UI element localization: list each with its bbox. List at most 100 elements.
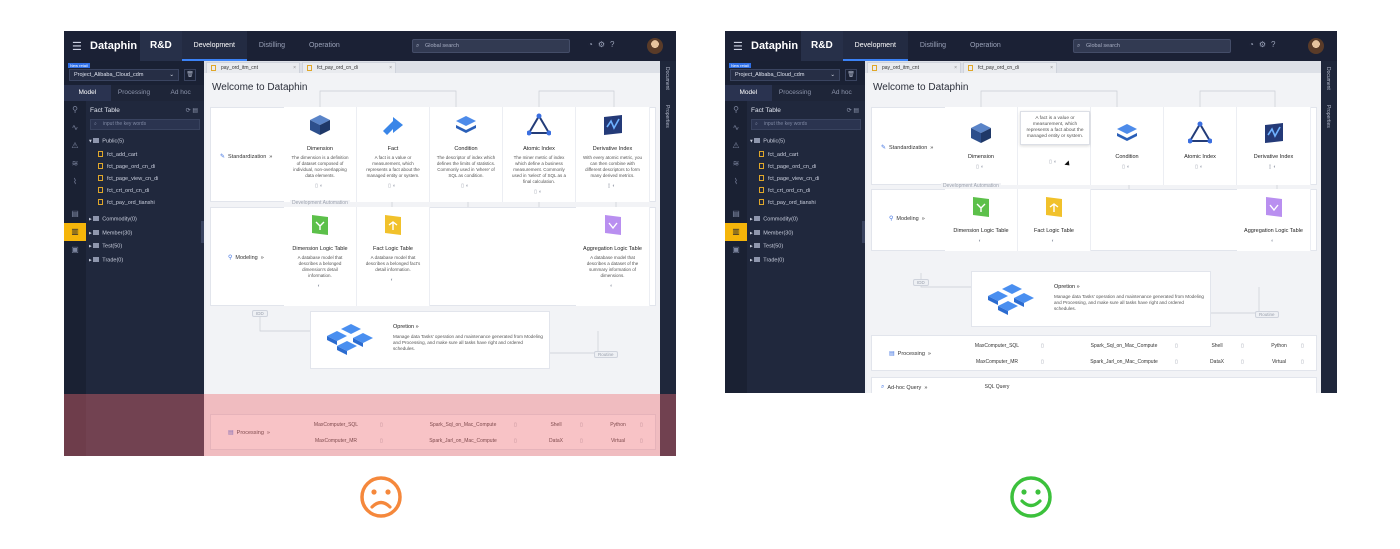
doc-icon[interactable]: ▯ xyxy=(1041,343,1044,349)
tab-model[interactable]: Model xyxy=(725,85,772,101)
card-fact[interactable]: A fact is a value or measurement, which … xyxy=(1018,107,1091,185)
card-action-icons[interactable]: ▯◐ xyxy=(1091,164,1163,170)
modeling-link[interactable]: ⚲ Modeling» xyxy=(889,215,925,223)
standardization-link[interactable]: ✎ Standardization» xyxy=(881,144,933,152)
operation-card[interactable]: Opretion » Manage data Tasks' operation … xyxy=(971,271,1211,327)
fact-table-icon[interactable]: ▥ xyxy=(64,223,86,241)
file-tab[interactable]: fct_pay_ord_cn_di × xyxy=(963,62,1057,73)
tree-search-input[interactable]: ⌕ input the key words xyxy=(751,119,861,130)
project-select[interactable]: Project_Alibaba_Cloud_cdm ⌄ xyxy=(730,69,840,81)
model-icon[interactable]: ⚲ xyxy=(725,101,747,119)
delete-icon[interactable]: 🗑 xyxy=(845,69,857,81)
card-fact-logic-table[interactable]: Fact Logic Table ◐ xyxy=(1018,189,1091,251)
tree-node-member[interactable]: ▸ Member(30) xyxy=(89,230,132,237)
index-icon[interactable]: ⚠ xyxy=(725,137,747,155)
card-condition[interactable]: Condition The descriptor of index which … xyxy=(430,107,503,202)
env-label[interactable]: R&D xyxy=(801,31,843,61)
env-label[interactable]: R&D xyxy=(140,31,182,61)
table-icon[interactable]: ▤ xyxy=(64,205,86,223)
doc-icon[interactable]: ▯ xyxy=(1301,359,1304,365)
tab-development[interactable]: Development xyxy=(842,31,908,61)
model-icon[interactable]: ⚲ xyxy=(64,101,86,119)
tab-adhoc[interactable]: Ad hoc xyxy=(818,85,865,101)
card-action-icons[interactable]: ◐ xyxy=(1018,238,1090,244)
fact-table-icon[interactable]: ▥ xyxy=(725,223,747,241)
card-aggregation-logic-table[interactable]: Aggregation Logic Table A database model… xyxy=(576,207,650,306)
file-tab[interactable]: pay_ord_itm_cnt × xyxy=(867,62,961,73)
card-action-icons[interactable]: ◐ xyxy=(284,283,356,289)
tree-node-commodity[interactable]: ▸ Commodity(0) xyxy=(89,216,137,223)
file-tab[interactable]: fct_pay_ord_cn_di × xyxy=(302,62,396,73)
card-dimension[interactable]: Dimension The dimension is a definition … xyxy=(284,107,357,202)
tab-operation[interactable]: Operation xyxy=(958,31,1013,61)
tree-file[interactable]: fct_add_cart xyxy=(759,151,798,158)
tree-file[interactable]: fct_crt_ord_cn_di xyxy=(98,187,149,194)
processing-cell[interactable]: MaxComputer_MR xyxy=(971,359,1023,365)
tree-actions-icon[interactable]: ⟳ ▤ xyxy=(186,107,198,114)
properties-panel-tab[interactable]: Properties xyxy=(664,105,670,128)
card-action-icons[interactable]: ▯◐ xyxy=(1164,164,1236,170)
card-atomic-index[interactable]: Atomic Index ▯◐ xyxy=(1164,107,1237,185)
card-fact[interactable]: Fact A fact is a value or measurement, w… xyxy=(357,107,430,202)
tree-node-test[interactable]: ▸ Test(50) xyxy=(750,243,783,250)
card-dimension-logic-table[interactable]: Dimension Logic Table ◐ xyxy=(945,189,1018,251)
card-fact-logic-table[interactable]: Fact Logic Table A database model that d… xyxy=(357,207,430,306)
tree-file[interactable]: fct_page_ord_cn_di xyxy=(759,163,816,170)
tab-adhoc[interactable]: Ad hoc xyxy=(157,85,204,101)
tree-search-input[interactable]: ⌕ input the key words xyxy=(90,119,200,130)
card-action-icons[interactable]: ▯◐ xyxy=(284,183,356,189)
processing-cell[interactable]: DataX xyxy=(1207,359,1227,365)
card-action-icons[interactable]: ▯◐ xyxy=(576,183,649,189)
tree-node-member[interactable]: ▸ Member(30) xyxy=(750,230,793,237)
tree-node-trade[interactable]: ▸ Trade(0) xyxy=(750,257,784,264)
menu-icon[interactable]: ☰ xyxy=(72,40,88,53)
tree-file[interactable]: fct_page_view_cn_di xyxy=(98,175,158,182)
avatar[interactable] xyxy=(647,38,663,54)
delete-icon[interactable]: 🗑 xyxy=(184,69,196,81)
global-search-input[interactable]: ⌕ Global search xyxy=(412,39,570,53)
doc-icon[interactable]: ▯ xyxy=(1041,359,1044,365)
layer-icon[interactable]: ≋ xyxy=(725,155,747,173)
processing-cell[interactable]: Virtual xyxy=(1267,359,1291,365)
stats-icon[interactable]: ⌇ xyxy=(725,173,747,191)
card-dimension-logic-table[interactable]: Dimension Logic Table A database model t… xyxy=(284,207,357,306)
card-action-icons[interactable]: ◐ xyxy=(1237,238,1310,244)
card-atomic-index[interactable]: Atomic Index The miner metric of index w… xyxy=(503,107,576,202)
adhoc-cell[interactable]: SQL Query xyxy=(971,384,1023,390)
card-action-icons[interactable]: ▯◐ xyxy=(357,183,429,189)
doc-icon[interactable]: ▯ xyxy=(1175,359,1178,365)
doc-icon[interactable]: ▯ xyxy=(1241,343,1244,349)
card-condition[interactable]: Condition ▯◐ xyxy=(1091,107,1164,185)
card-derivative-index[interactable]: Derivative Index With every atomic metri… xyxy=(576,107,650,202)
tree-node-test[interactable]: ▸ Test(50) xyxy=(89,243,122,250)
card-action-icons[interactable]: ◐ xyxy=(357,277,429,283)
standardization-link[interactable]: ✎ Standardization» xyxy=(220,153,272,161)
trend-icon[interactable]: ∿ xyxy=(725,119,747,137)
tree-node-public[interactable]: ▾ Public(5) xyxy=(89,138,124,145)
card-derivative-index[interactable]: Derivative Index ▯◐ xyxy=(1237,107,1311,185)
project-select[interactable]: Project_Alibaba_Cloud_cdm ⌄ xyxy=(69,69,179,81)
file-tab[interactable]: pay_ord_itm_cnt × xyxy=(206,62,300,73)
trend-icon[interactable]: ∿ xyxy=(64,119,86,137)
tree-node-commodity[interactable]: ▸ Commodity(0) xyxy=(750,216,798,223)
tree-file[interactable]: fct_pay_ord_tianshi xyxy=(98,199,155,206)
tree-node-public[interactable]: ▾ Public(5) xyxy=(750,138,785,145)
document-panel-tab[interactable]: Document xyxy=(1325,67,1331,90)
table-icon[interactable]: ▤ xyxy=(725,205,747,223)
card-action-icons[interactable]: ▯◐ xyxy=(503,189,575,195)
header-icons[interactable]: ◔⚙? xyxy=(1249,40,1280,49)
card-action-icons[interactable]: ▯◐ xyxy=(430,183,502,189)
check-icon[interactable]: ▣ xyxy=(64,241,86,259)
processing-cell[interactable]: MaxComputer_SQL xyxy=(971,343,1023,349)
doc-icon[interactable]: ▯ xyxy=(1175,343,1178,349)
card-aggregation-logic-table[interactable]: Aggregation Logic Table ◐ xyxy=(1237,189,1311,251)
tab-processing[interactable]: Processing xyxy=(111,85,158,101)
header-icons[interactable]: ◔⚙? xyxy=(588,40,619,49)
layer-icon[interactable]: ≋ xyxy=(64,155,86,173)
tree-file[interactable]: fct_crt_ord_cn_di xyxy=(759,187,810,194)
processing-cell[interactable]: Spark_Sql_on_Mac_Compute xyxy=(1079,343,1169,349)
card-action-icons[interactable]: ◐ xyxy=(576,283,649,289)
document-panel-tab[interactable]: Document xyxy=(664,67,670,90)
tree-file[interactable]: fct_pay_ord_tianshi xyxy=(759,199,816,206)
doc-icon[interactable]: ▯ xyxy=(1241,359,1244,365)
